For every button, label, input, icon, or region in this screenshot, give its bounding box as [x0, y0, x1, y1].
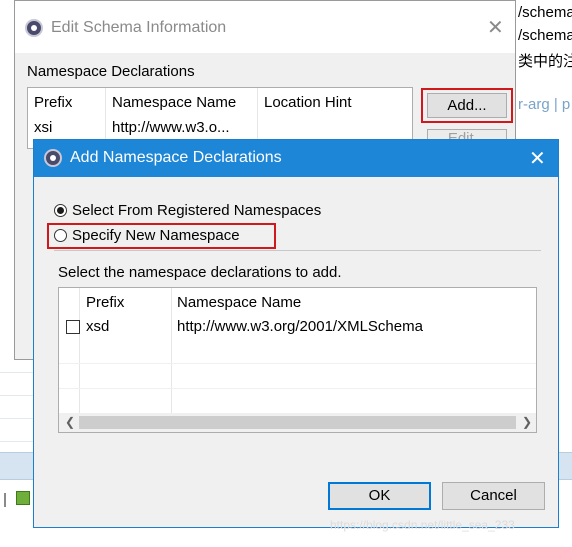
- add-button[interactable]: Add...: [427, 93, 507, 118]
- row-divider: [59, 388, 536, 389]
- column-header-prefix[interactable]: Prefix: [86, 294, 124, 311]
- column-header-namespace[interactable]: Namespace Name: [112, 94, 236, 111]
- scroll-left-icon[interactable]: ❮: [65, 415, 75, 429]
- background-row-line: [0, 395, 34, 396]
- separator: [54, 250, 541, 251]
- horizontal-scrollbar[interactable]: ❮ ❯: [59, 413, 536, 432]
- edit-schema-title: Edit Schema Information: [51, 19, 227, 36]
- column-divider: [171, 288, 172, 413]
- background-row-line: [0, 441, 34, 442]
- column-header-namespace[interactable]: Namespace Name: [177, 294, 301, 311]
- row-prefix: xsd: [86, 318, 110, 335]
- column-header-location-hint[interactable]: Location Hint: [264, 94, 352, 111]
- row-namespace: http://www.w3.o...: [112, 119, 230, 136]
- add-namespace-title: Add Namespace Declarations: [70, 149, 282, 166]
- row-prefix: xsi: [34, 119, 53, 136]
- add-namespace-titlebar: Add Namespace Declarations ✕: [34, 140, 558, 177]
- radio-new-label: Specify New Namespace: [72, 227, 240, 244]
- eclipse-app-icon: [44, 149, 62, 167]
- background-row-line: [0, 372, 34, 373]
- scrollbar-thumb[interactable]: [79, 416, 516, 429]
- background-link: r-arg | p: [518, 96, 571, 113]
- close-icon[interactable]: ✕: [487, 15, 504, 40]
- column-header-prefix[interactable]: Prefix: [34, 94, 72, 111]
- ok-button[interactable]: OK: [328, 482, 431, 510]
- row-divider: [59, 363, 536, 364]
- add-button-label: Add...: [447, 97, 487, 114]
- radio-button-checked[interactable]: [54, 204, 67, 217]
- radio-specify-new-namespace[interactable]: Specify New Namespace: [54, 227, 274, 247]
- eclipse-app-icon: [25, 19, 43, 37]
- instruction-label: Select the namespace declarations to add…: [58, 264, 342, 281]
- namespace-select-table: Prefix Namespace Name xsd http://www.w3.…: [58, 287, 537, 433]
- table-row[interactable]: xsd http://www.w3.org/2001/XMLSchema: [59, 316, 536, 338]
- edit-schema-titlebar: Edit Schema Information ✕: [15, 1, 515, 53]
- background-text-1: /schema: [518, 4, 572, 21]
- scroll-right-icon[interactable]: ❯: [522, 415, 532, 429]
- close-icon[interactable]: ✕: [529, 146, 546, 171]
- row-checkbox[interactable]: [66, 320, 80, 334]
- book-icon: [16, 491, 30, 505]
- ok-button-label: OK: [368, 487, 391, 504]
- radio-button-unchecked[interactable]: [54, 229, 67, 242]
- row-namespace: http://www.w3.org/2001/XMLSchema: [177, 318, 423, 335]
- add-namespace-dialog: Add Namespace Declarations ✕ Select From…: [33, 139, 559, 532]
- cancel-button[interactable]: Cancel: [442, 482, 545, 510]
- background-text-2: /schema: [518, 27, 572, 44]
- background-text-3: 类中的注: [518, 53, 572, 70]
- watermark-text: https://blog.csdn.net/little_sea_233: [330, 518, 515, 532]
- table-row[interactable]: xsi http://www.w3.o...: [28, 116, 412, 138]
- radio-registered-label: Select From Registered Namespaces: [72, 202, 322, 219]
- background-toolbar-icon: [4, 493, 16, 507]
- column-divider: [79, 288, 80, 413]
- background-row-line: [0, 418, 34, 419]
- namespace-declarations-label: Namespace Declarations: [27, 63, 195, 80]
- cancel-button-label: Cancel: [470, 487, 517, 504]
- radio-registered-namespaces[interactable]: Select From Registered Namespaces: [54, 202, 354, 222]
